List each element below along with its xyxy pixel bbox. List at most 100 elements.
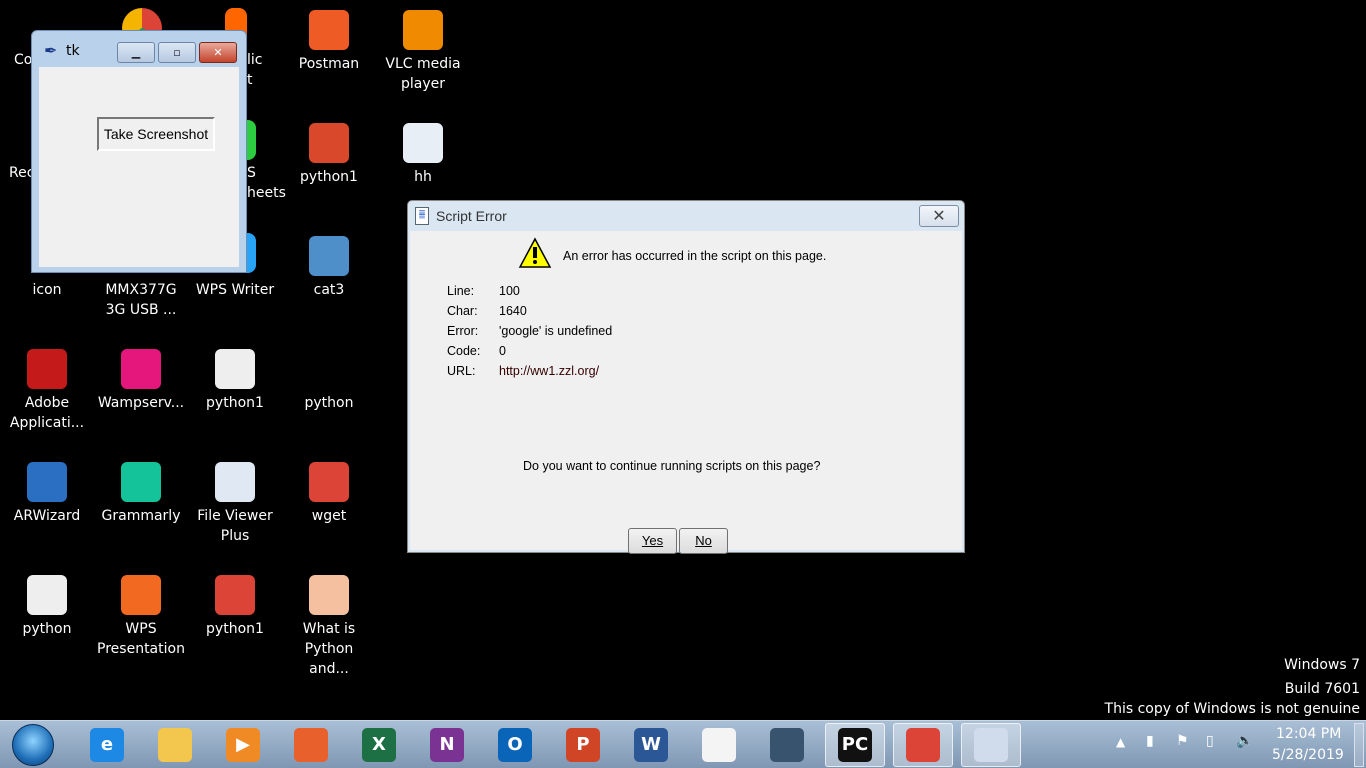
no-button[interactable]: No: [679, 528, 728, 554]
close-button[interactable]: ✕: [199, 42, 237, 63]
window-client: Take Screenshot: [39, 67, 239, 267]
python1-icon: [215, 575, 255, 615]
error-message: An error has occurred in the script on t…: [563, 249, 827, 263]
desktop-icon-label[interactable]: Co: [14, 50, 32, 70]
desktop-icon-label: WPS Presentation: [97, 621, 185, 657]
desktop-icon[interactable]: Adobe Applicati...: [2, 349, 92, 433]
file-explorer-icon: [158, 728, 192, 762]
clock-time[interactable]: 12:04 PM: [1276, 726, 1341, 742]
desktop-icon-label: ARWizard: [13, 508, 81, 524]
taskbar-item-excel[interactable]: X: [349, 723, 409, 767]
taskbar-item-document[interactable]: [689, 723, 749, 767]
taskbar-item-file-explorer[interactable]: [145, 723, 205, 767]
desktop-icon-label: Adobe Applicati...: [9, 395, 85, 431]
media-player-icon: ▶: [226, 728, 260, 762]
yes-label: Yes: [641, 533, 664, 548]
yes-button[interactable]: Yes: [628, 528, 677, 554]
desktop-icon-label[interactable]: t: [247, 70, 253, 90]
desktop-icon[interactable]: Postman: [284, 10, 374, 74]
desktop-icon-label: MMX377G 3G USB ...: [105, 282, 177, 318]
cat3-icon: [309, 236, 349, 276]
tk-feather-icon: [974, 728, 1008, 762]
python1-icon: [215, 349, 255, 389]
desktop-icon[interactable]: python1: [284, 123, 374, 187]
show-hidden-icons-button[interactable]: ▲: [1116, 735, 1125, 749]
desktop-icon[interactable]: wget: [284, 462, 374, 526]
taskbar-item-outlook[interactable]: O: [485, 723, 545, 767]
network-icon[interactable]: ▮: [1146, 733, 1154, 749]
pycharm-icon: PC: [838, 728, 872, 762]
hh-icon: [403, 123, 443, 163]
clock-date[interactable]: 5/28/2019: [1272, 747, 1344, 763]
field-label: Line:: [447, 284, 475, 298]
desktop-icon[interactable]: ARWizard: [2, 462, 92, 526]
field-value: http://ww1.zzl.org/: [499, 364, 600, 378]
volume-icon[interactable]: 🔈: [1236, 733, 1253, 749]
field-label: URL:: [447, 364, 476, 378]
desktop-icon[interactable]: python: [2, 575, 92, 639]
error-field-row: URL: http://ww1.zzl.org/: [447, 364, 599, 378]
desktop-icon[interactable]: python: [284, 349, 374, 413]
dialog-title: Script Error: [436, 208, 507, 224]
desktop-icon-label: hh: [414, 169, 432, 185]
desktop-icon[interactable]: WPS Presentation: [96, 575, 186, 659]
desktop-icon[interactable]: hh: [378, 123, 468, 187]
document-icon: [702, 728, 736, 762]
error-field-row: Char: 1640: [447, 304, 527, 318]
desktop-icon-label: File Viewer Plus: [197, 508, 273, 544]
field-label: Code:: [447, 344, 481, 358]
take-screenshot-button[interactable]: Take Screenshot: [97, 117, 215, 151]
desktop-icon-label[interactable]: S: [247, 163, 256, 183]
desktop-icon-label: python1: [300, 169, 358, 185]
feather-icon: ✒: [44, 41, 58, 60]
field-value: 'google' is undefined: [499, 324, 613, 338]
desktop-icon[interactable]: VLC media player: [378, 10, 468, 94]
taskbar-item-pycharm[interactable]: PC: [825, 723, 885, 767]
field-label: Error:: [447, 324, 479, 338]
field-label: Char:: [447, 304, 478, 318]
dialog-body: An error has occurred in the script on t…: [410, 231, 962, 554]
show-desktop-button[interactable]: [1354, 723, 1364, 767]
close-button[interactable]: ✕: [919, 205, 959, 227]
taskbar-item-media-player[interactable]: ▶: [213, 723, 273, 767]
taskbar-item-chrome[interactable]: [893, 723, 953, 767]
desktop-icon-label[interactable]: heets: [247, 183, 286, 203]
wampserv--icon: [121, 349, 161, 389]
desktop-icon[interactable]: python1: [190, 349, 280, 413]
start-button[interactable]: [12, 724, 54, 766]
desktop-icon[interactable]: python1: [190, 575, 280, 639]
desktop-icon[interactable]: cat3: [284, 236, 374, 300]
taskbar-item-tk-feather[interactable]: [961, 723, 1021, 767]
desktop-icon-label: VLC media player: [385, 56, 461, 92]
taskbar-item-word[interactable]: W: [621, 723, 681, 767]
desktop-icon-label[interactable]: lic: [247, 50, 262, 70]
maximize-button[interactable]: ▫: [158, 42, 196, 63]
tk-window: ✒ tk ▁ ▫ ✕ Take Screenshot: [31, 30, 247, 273]
desktop-icon[interactable]: Wampserv...: [96, 349, 186, 413]
document-icon: ≡ ≡: [415, 207, 429, 225]
error-field-row: Error: 'google' is undefined: [447, 324, 612, 338]
action-center-flag-icon[interactable]: ⚑: [1176, 733, 1189, 749]
adobe-applicati--icon: [27, 349, 67, 389]
desktop-icon-label: WPS Writer: [195, 282, 275, 298]
what-is-python-and--icon: [309, 575, 349, 615]
python-icon: [770, 728, 804, 762]
field-value: 0: [499, 344, 506, 358]
taskbar-item-firefox[interactable]: [281, 723, 341, 767]
desktop-icon-label: icon: [32, 282, 62, 298]
desktop-icon[interactable]: Grammarly: [96, 462, 186, 526]
grammarly-icon: [121, 462, 161, 502]
taskbar: e ▶ X N O P W PC ▲ ▮ ⚑ ▯ 🔈 12:04 PM 5/28/2019: [0, 720, 1366, 768]
word-icon: W: [634, 728, 668, 762]
power-icon[interactable]: ▯: [1206, 733, 1214, 749]
taskbar-item-powerpoint[interactable]: P: [553, 723, 613, 767]
minimize-button[interactable]: ▁: [117, 42, 155, 63]
taskbar-item-onenote[interactable]: N: [417, 723, 477, 767]
vlc-media-player-icon: [403, 10, 443, 50]
field-value: 100: [499, 284, 520, 298]
desktop-icon[interactable]: File Viewer Plus: [190, 462, 280, 546]
taskbar-item-python[interactable]: [757, 723, 817, 767]
desktop-icon[interactable]: What is Python and...: [284, 575, 374, 679]
python-icon: [309, 349, 349, 389]
taskbar-item-internet-explorer[interactable]: e: [77, 723, 137, 767]
